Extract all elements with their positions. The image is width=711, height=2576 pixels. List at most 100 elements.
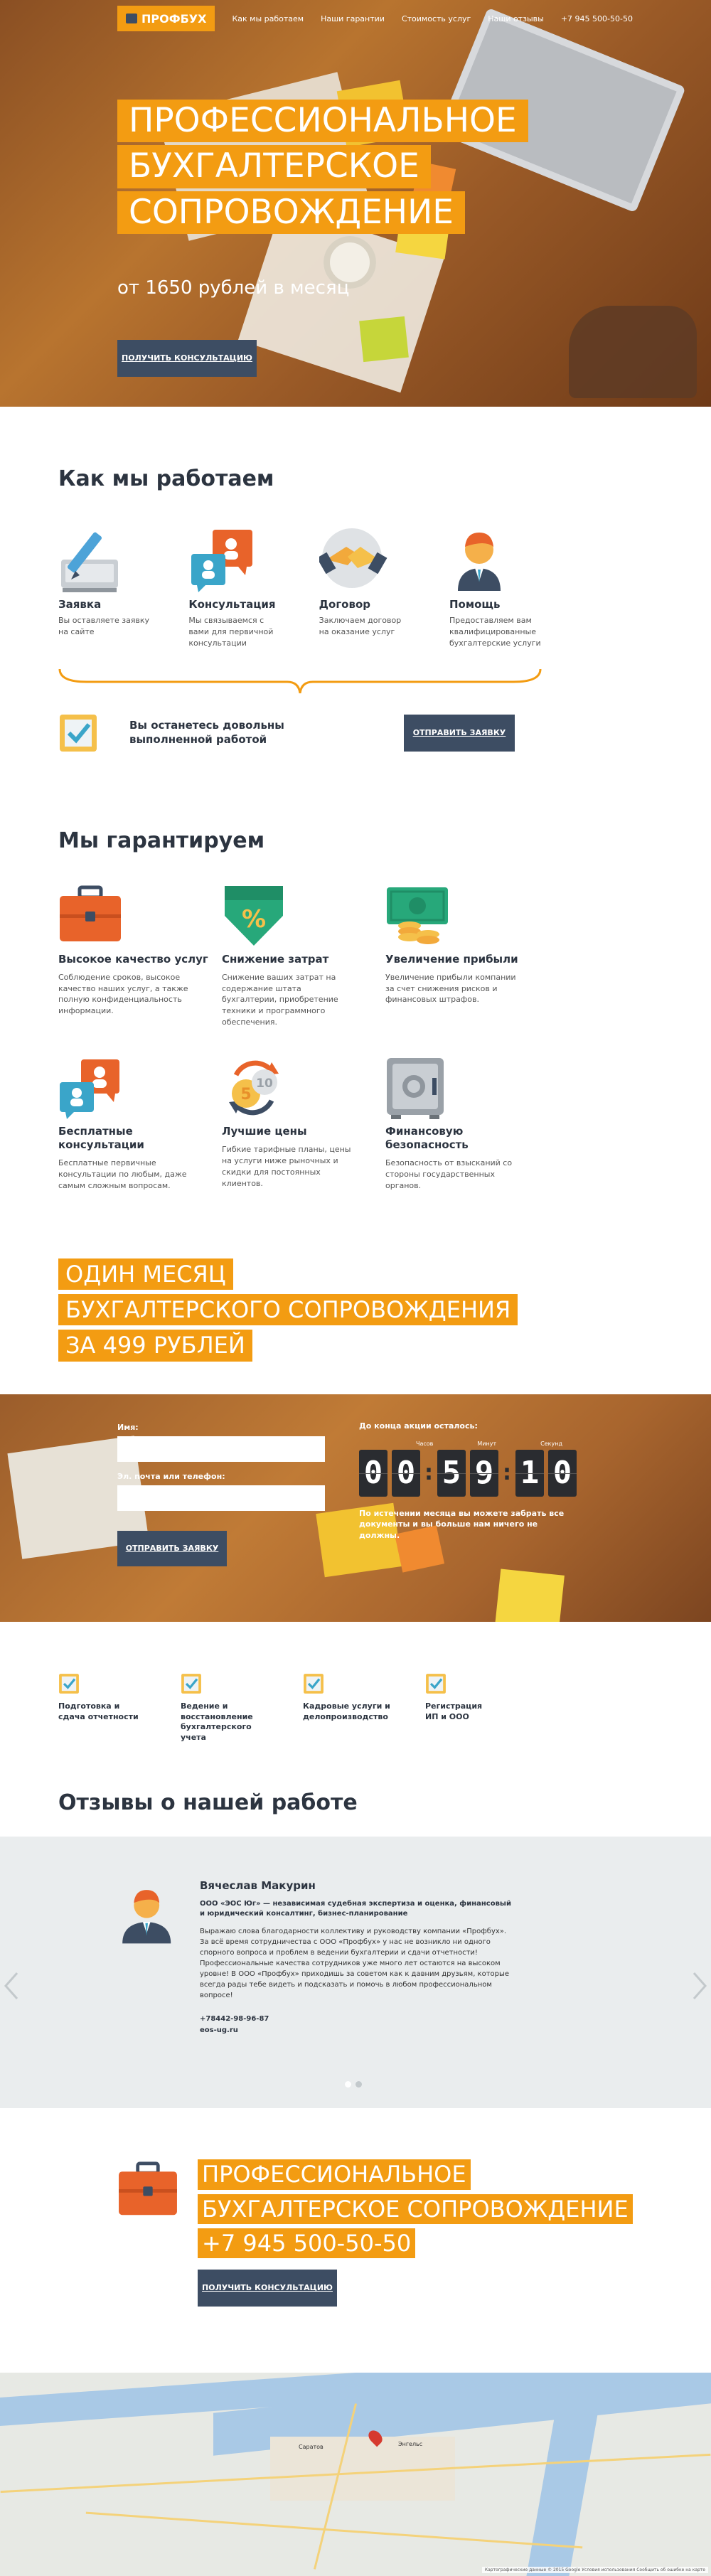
service-label: Регистрация ИП и ООО <box>425 1701 483 1721</box>
timer-caption: До конца акции осталось: <box>359 1421 478 1431</box>
timer-digit: 0 <box>359 1449 387 1497</box>
step-title: Договор <box>319 598 370 611</box>
arrow-left-icon[interactable] <box>3 1972 20 2000</box>
logo-text: ПРОФБУХ <box>141 11 207 26</box>
order-submit-button[interactable]: отправить заявку <box>117 1530 227 1566</box>
guarantee-title: Лучшие цены <box>222 1125 307 1138</box>
guarantees-section: Мы гарантируем Высокое качество услуг Со… <box>0 753 711 1366</box>
slider-dot[interactable] <box>345 2081 351 2088</box>
cta-consultation-button[interactable]: получить консультацию <box>198 2270 337 2307</box>
hand-image <box>569 306 697 398</box>
logo-icon <box>126 14 137 23</box>
hero-title: ПРОФЕССИОНАЛЬНОЕ БУХГАЛТЕРСКОЕ СОПРОВОЖД… <box>117 100 528 237</box>
checkbox-icon <box>59 1673 79 1694</box>
nav-reviews[interactable]: Наши отзывы <box>488 14 544 23</box>
review-text: Выражаю слова благодарности коллективу и… <box>200 1928 510 2000</box>
cta-phone: +7 945 500-50-50 <box>198 2228 416 2259</box>
map-attribution[interactable]: Картографические данные © 2015 Google Ус… <box>481 2567 708 2574</box>
timer-digit: 1 <box>515 1449 544 1497</box>
service-label: Подготовка и сдача отчетности <box>58 1701 139 1721</box>
steps-grid: Заявка Вы оставляете заявку на сайте Кон… <box>58 525 542 649</box>
hero-title-line: БУХГАЛТЕРСКОЕ <box>117 145 431 188</box>
reviewer-company: ООО «ЭОС Юг» — независимая судебная эксп… <box>200 1900 511 1918</box>
hero-consultation-button[interactable]: получить консультацию <box>117 340 257 377</box>
order-section: Имя: Эл. почта или телефон: отправить за… <box>0 1394 711 1622</box>
safe-icon <box>385 1057 549 1122</box>
countdown-timer: До конца акции осталось: Часов Минут Сек… <box>359 1421 577 1541</box>
promo-line: ОДИН МЕСЯЦ <box>58 1258 233 1290</box>
satisfied-block: Вы останетесь довольны выполненной работ… <box>58 713 653 753</box>
service-item: Подготовка и сдача отчетности <box>58 1673 181 1743</box>
guarantee-title: Бесплатные консультации <box>58 1125 144 1151</box>
step-card: Консультация Мы связываемся с вами для п… <box>188 525 281 649</box>
cta-line: ПРОФЕССИОНАЛЬНОЕ <box>198 2159 471 2190</box>
guarantee-card: Бесплатные консультации Бесплатные перви… <box>58 1057 222 1191</box>
timer-label-minutes: Минут <box>477 1440 497 1447</box>
svg-text:%: % <box>242 905 266 934</box>
timer-labels: Часов Минут Секунд <box>416 1441 577 1447</box>
checkbox-icon <box>60 714 97 752</box>
reviewer-site[interactable]: eos-ug.ru <box>200 2025 601 2036</box>
top-nav: ПРОФБУХ Как мы работаем Наши гарантии Ст… <box>117 6 633 31</box>
timer-digit: 5 <box>437 1449 466 1497</box>
reviews-slider: Вячеслав Макурин ООО «ЭОС Юг» — независи… <box>0 1837 711 2109</box>
guarantee-text: Безопасность от взысканий со стороны гос… <box>385 1158 513 1190</box>
send-request-button[interactable]: отправить заявку <box>404 714 515 752</box>
how-title: Как мы работаем <box>58 466 274 491</box>
promo-line: БУХГАЛТЕРСКОГО СОПРОВОЖДЕНИЯ <box>58 1293 518 1326</box>
contact-input[interactable] <box>117 1485 325 1511</box>
guarantees-grid: Высокое качество услуг Соблюдение сроков… <box>58 885 549 1220</box>
coins-icon: 5 10 <box>222 1057 385 1122</box>
step-card: Помощь Предоставляем вам квалифицированн… <box>449 525 542 649</box>
map-label: Саратов <box>299 2444 324 2451</box>
cta-section: ПРОФЕССИОНАЛЬНОЕ БУХГАЛТЕРСКОЕ СОПРОВОЖД… <box>0 2108 711 2373</box>
guarantees-title: Мы гарантируем <box>58 828 265 853</box>
services-list: Подготовка и сдача отчетности Ведение и … <box>58 1673 653 1743</box>
promo-line: ЗА 499 РУБЛЕЙ <box>58 1330 252 1362</box>
contact-label: Эл. почта или телефон: <box>117 1471 225 1481</box>
nav-how-we-work[interactable]: Как мы работаем <box>232 14 304 23</box>
guarantee-title: Увеличение прибыли <box>385 952 518 966</box>
step-text: Мы связываемся с вами для первичной конс… <box>188 616 274 648</box>
nav-prices[interactable]: Стоимость услуг <box>402 14 471 23</box>
hero-title-line: СОПРОВОЖДЕНИЕ <box>117 191 465 235</box>
step-title: Заявка <box>58 598 102 611</box>
svg-text:10: 10 <box>256 1076 273 1091</box>
nav-phone[interactable]: +7 945 500-50-50 <box>561 14 633 23</box>
money-icon <box>385 885 549 950</box>
timer-colon: : <box>424 1460 433 1486</box>
guarantee-text: Бесплатные первичные консультации по люб… <box>58 1158 187 1190</box>
avatar <box>122 1890 171 1944</box>
map[interactable]: Саратов Энгельс Картографические данные … <box>0 2373 711 2576</box>
reviews-title: Отзывы о нашей работе <box>58 1790 358 1816</box>
timer-digit: 0 <box>548 1449 577 1497</box>
person-icon <box>449 525 542 597</box>
timer-note: По истечении месяца вы можете забрать вс… <box>359 1508 565 1540</box>
guarantee-title: Высокое качество услуг <box>58 952 208 966</box>
name-input[interactable] <box>117 1436 325 1462</box>
river-shape <box>525 2415 598 2576</box>
step-card: Заявка Вы оставляете заявку на сайте <box>58 525 151 649</box>
checkbox-icon <box>426 1673 446 1694</box>
slider-dot[interactable] <box>356 2081 362 2088</box>
guarantee-card: % Снижение затрат Снижение ваших затрат … <box>222 885 385 1028</box>
guarantee-text: Гибкие тарифные планы, цены на услуги ни… <box>222 1145 351 1188</box>
step-text: Предоставляем вам квалифицированные бухг… <box>449 616 541 648</box>
guarantee-card: 5 10 Лучшие цены Гибкие тарифные планы, ц… <box>222 1057 385 1191</box>
timer-label-seconds: Секунд <box>540 1440 562 1447</box>
chat-icon <box>188 525 281 597</box>
service-label: Кадровые услуги и делопроизводство <box>303 1701 390 1721</box>
service-item: Кадровые услуги и делопроизводство <box>303 1673 425 1743</box>
timer-label-hours: Часов <box>416 1440 434 1447</box>
road-line <box>85 2511 583 2549</box>
timer-digit: 0 <box>392 1449 420 1497</box>
step-title: Помощь <box>449 598 501 611</box>
promo-block: ОДИН МЕСЯЦ БУХГАЛТЕРСКОГО СОПРОВОЖДЕНИЯ … <box>58 1258 653 1366</box>
step-text: Вы оставляете заявку на сайте <box>58 616 150 636</box>
nav-guarantees[interactable]: Наши гарантии <box>321 14 385 23</box>
service-label: Ведение и восстановление бухгалтерского … <box>181 1701 253 1743</box>
arrow-right-icon[interactable] <box>691 1972 708 2000</box>
checkbox-icon <box>304 1673 324 1694</box>
reviewer-contacts: +78442-98-96-87 eos-ug.ru <box>200 2014 601 2036</box>
logo[interactable]: ПРОФБУХ <box>117 6 215 31</box>
